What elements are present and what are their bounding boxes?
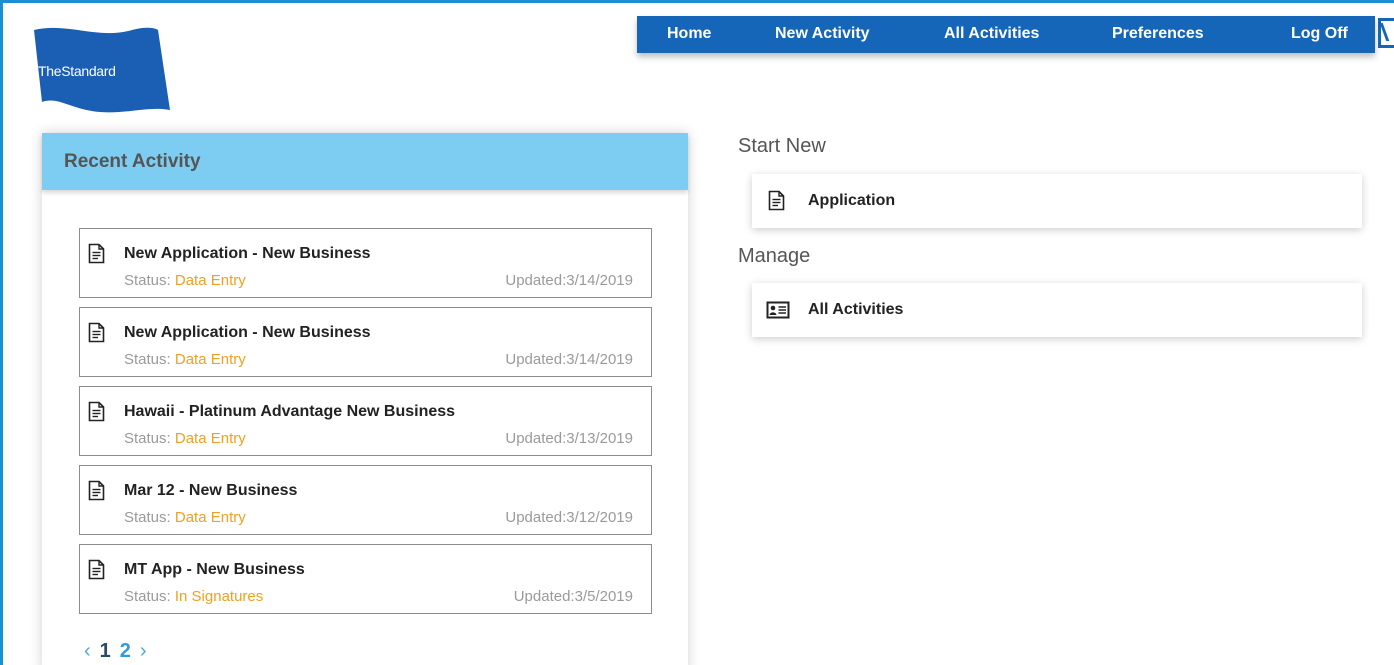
nav-new-activity[interactable]: New Activity [775,25,870,43]
document-icon [768,190,785,211]
activity-title: Hawaii - Platinum Advantage New Business [124,403,456,420]
recent-activity-header: Recent Activity [42,133,688,190]
activity-title: New Application - New Business [124,245,371,262]
manage-all-activities-card[interactable]: All Activities [752,283,1362,337]
id-card-icon [766,301,790,319]
activity-updated: Updated:3/12/2019 [505,509,633,526]
activity-status: Status: Data Entry [124,351,246,368]
activity-item[interactable]: Hawaii - Platinum Advantage New Business… [79,386,652,456]
activity-item[interactable]: New Application - New Business Status: D… [79,307,652,377]
window-edge-icon [1378,18,1394,48]
activity-item[interactable]: MT App - New Business Status: In Signatu… [79,544,652,614]
document-icon [88,480,105,501]
activity-updated: Updated:3/13/2019 [505,430,633,447]
activity-updated: Updated:3/14/2019 [505,351,633,368]
activity-title: New Application - New Business [124,324,371,341]
activity-title: MT App - New Business [124,561,305,578]
nav-all-activities[interactable]: All Activities [944,25,1039,43]
document-icon [88,401,105,422]
top-navigation-bar: Home New Activity All Activities Prefere… [637,16,1375,53]
manage-heading: Manage [738,245,811,267]
next-page-button[interactable]: › [140,640,147,663]
page-2-link[interactable]: 2 [120,640,131,663]
activity-updated: Updated:3/5/2019 [513,588,633,605]
document-icon [88,322,105,343]
document-icon [88,243,105,264]
recent-activity-list: New Application - New Business Status: D… [79,228,652,623]
document-icon [88,559,105,580]
activity-status: Status: Data Entry [124,509,246,526]
prev-page-button[interactable]: ‹ [84,640,91,663]
nav-preferences[interactable]: Preferences [1112,25,1204,43]
all-activities-label: All Activities [808,301,904,318]
activity-item[interactable]: Mar 12 - New Business Status: Data Entry… [79,465,652,535]
nav-home[interactable]: Home [667,25,711,43]
activity-status: Status: In Signatures [124,588,264,605]
activity-item[interactable]: New Application - New Business Status: D… [79,228,652,298]
brand-logo[interactable]: TheStandard [28,26,174,118]
pagination: ‹ 1 2 › [84,640,147,663]
start-new-heading: Start New [738,135,826,157]
activity-updated: Updated:3/14/2019 [505,272,633,289]
activity-status: Status: Data Entry [124,430,246,447]
application-label: Application [808,192,896,209]
activity-status: Status: Data Entry [124,272,246,289]
nav-log-off[interactable]: Log Off [1291,25,1348,43]
logo-text: TheStandard [38,63,116,79]
page-1-link[interactable]: 1 [100,640,111,663]
recent-activity-title: Recent Activity [64,150,201,172]
activity-title: Mar 12 - New Business [124,482,298,499]
start-application-card[interactable]: Application [752,174,1362,228]
